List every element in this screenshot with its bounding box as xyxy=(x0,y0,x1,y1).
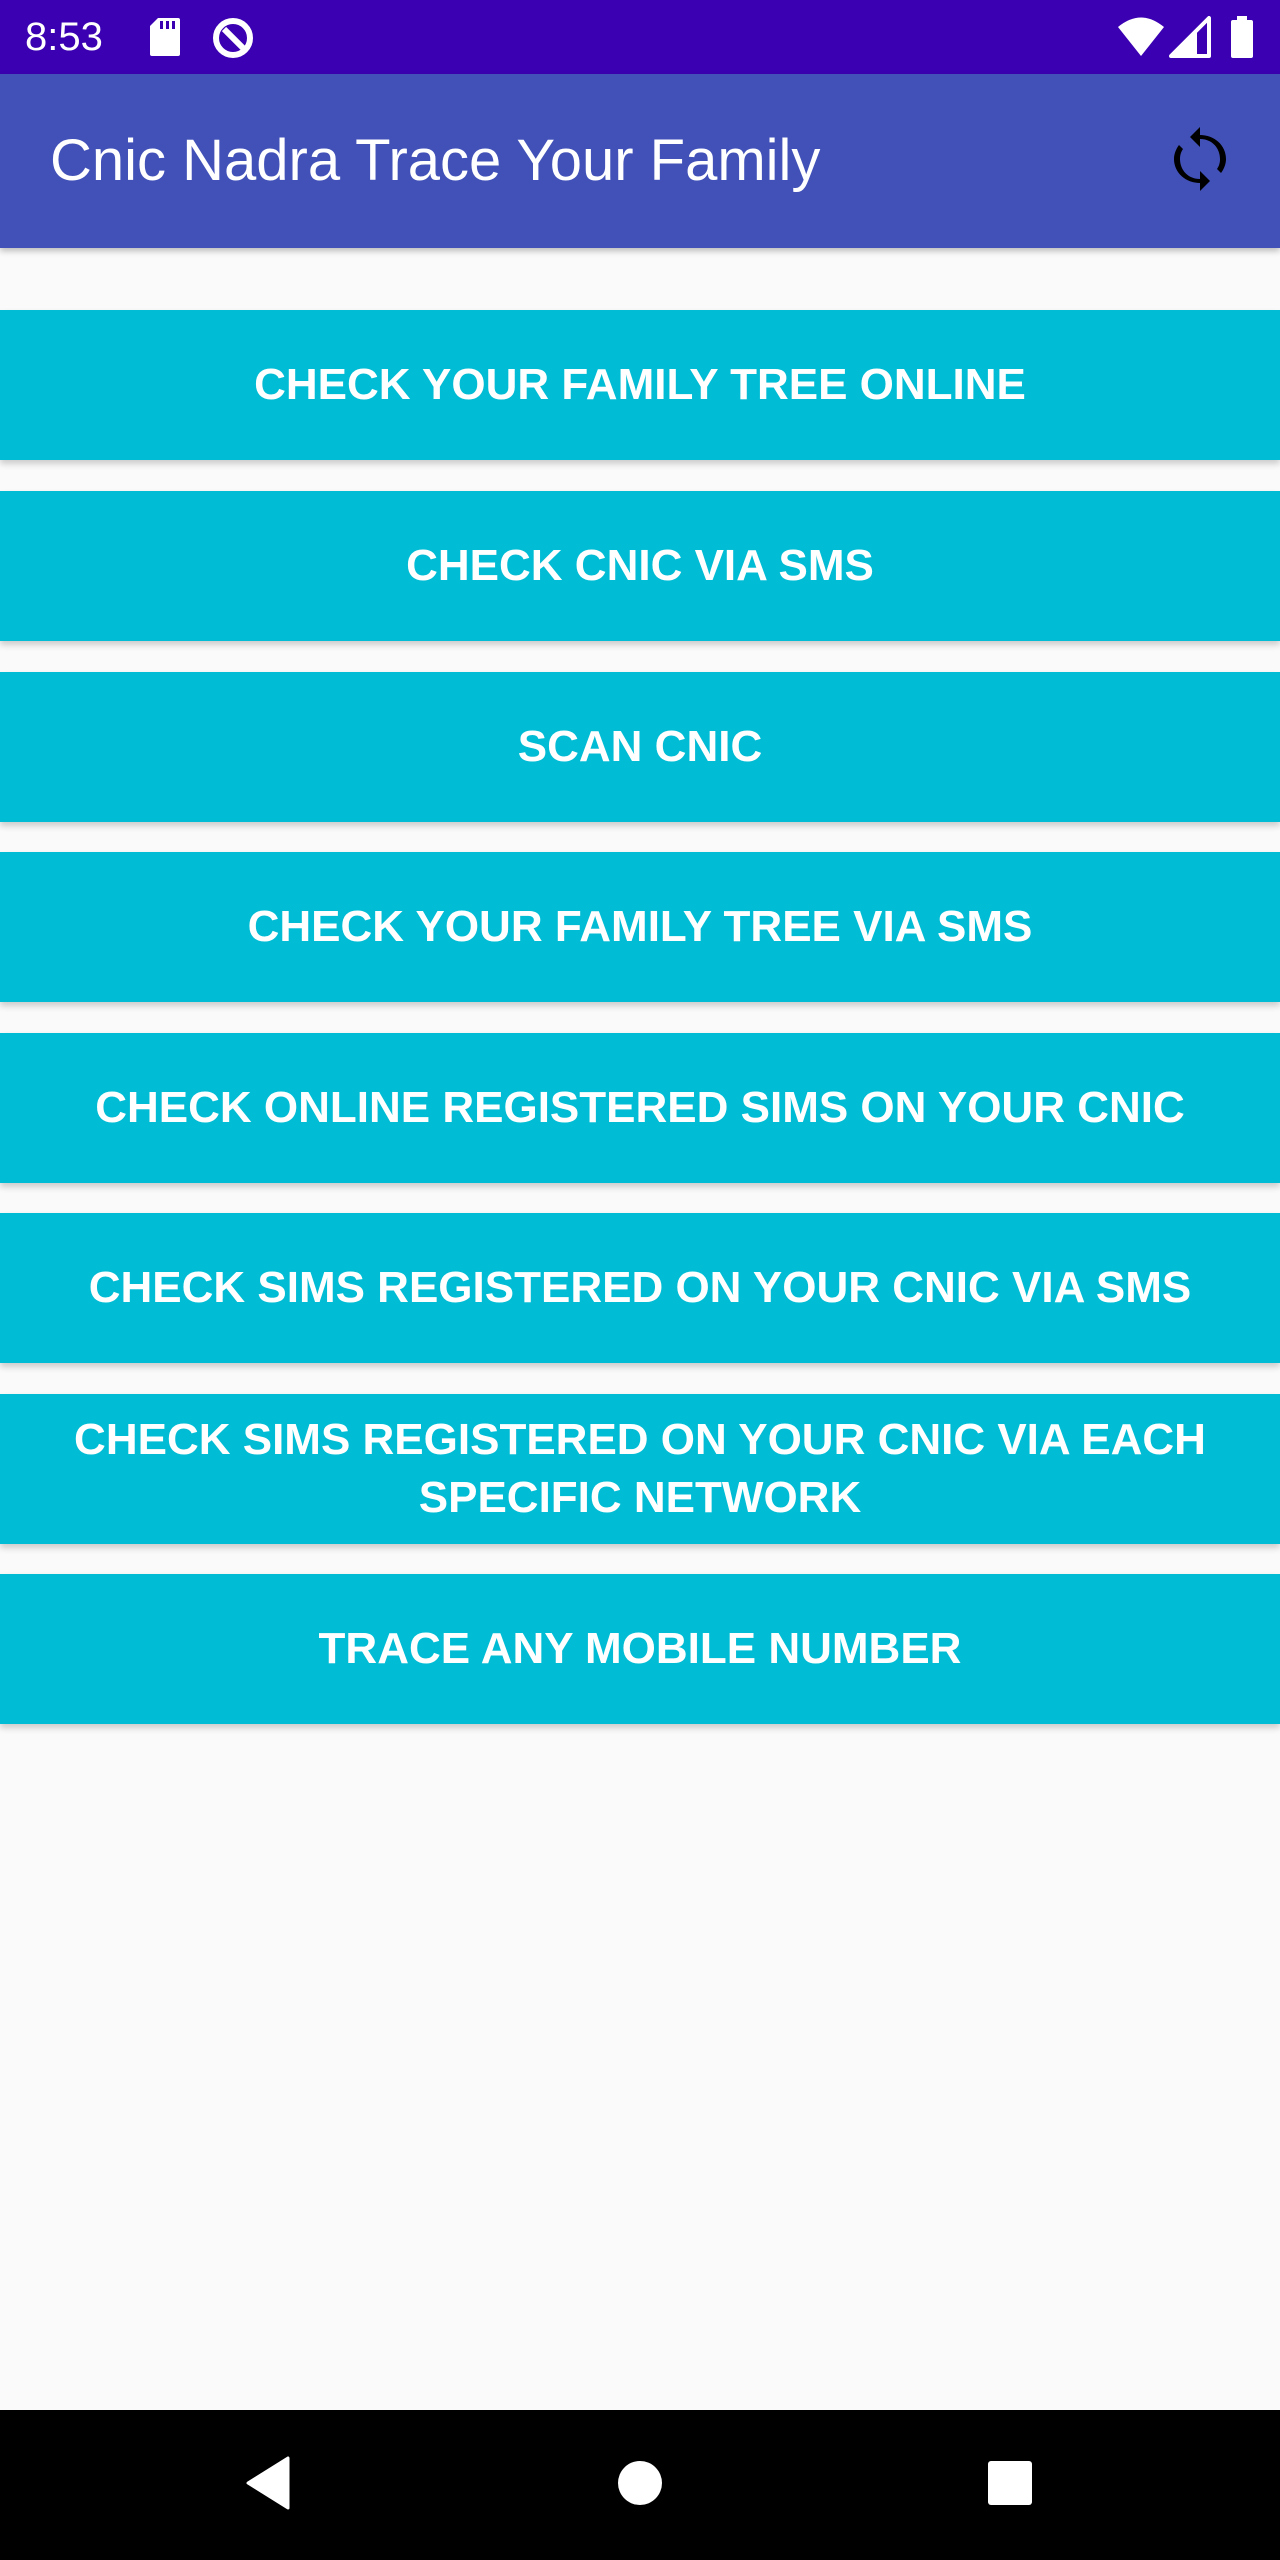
check-sims-registered-via-network-button[interactable]: CHECK SIMS REGISTERED ON YOUR CNIC VIA E… xyxy=(0,1394,1280,1544)
trace-mobile-number-button[interactable]: TRACE ANY MOBILE NUMBER xyxy=(0,1574,1280,1724)
status-time: 8:53 xyxy=(25,15,103,59)
app-bar: Cnic Nadra Trace Your Family xyxy=(0,74,1280,248)
back-icon xyxy=(244,2456,292,2515)
status-bar: 8:53 xyxy=(0,0,1280,74)
refresh-icon xyxy=(1170,126,1230,198)
check-cnic-via-sms-button[interactable]: CHECK CNIC VIA SMS xyxy=(0,491,1280,641)
app-title: Cnic Nadra Trace Your Family xyxy=(50,128,821,193)
home-icon xyxy=(616,2459,664,2512)
check-family-tree-online-button[interactable]: CHECK YOUR FAMILY TREE ONLINE xyxy=(0,310,1280,460)
data-saver-icon xyxy=(210,16,256,58)
home-button[interactable] xyxy=(600,2445,680,2525)
back-button[interactable] xyxy=(228,2445,308,2525)
cell-signal-icon xyxy=(1169,16,1211,58)
sd-card-icon xyxy=(148,16,182,58)
nav-bar xyxy=(0,2410,1280,2560)
scan-cnic-button[interactable]: SCAN CNIC xyxy=(0,672,1280,822)
check-sims-registered-via-sms-button[interactable]: CHECK SIMS REGISTERED ON YOUR CNIC VIA S… xyxy=(0,1213,1280,1363)
battery-icon xyxy=(1230,16,1254,58)
recents-icon xyxy=(986,2459,1034,2512)
refresh-button[interactable] xyxy=(1160,122,1240,202)
recents-button[interactable] xyxy=(970,2445,1050,2525)
check-family-tree-via-sms-button[interactable]: CHECK YOUR FAMILY TREE VIA SMS xyxy=(0,852,1280,1002)
wifi-icon xyxy=(1117,16,1165,58)
check-online-registered-sims-button[interactable]: CHECK ONLINE REGISTERED SIMS ON YOUR CNI… xyxy=(0,1033,1280,1183)
